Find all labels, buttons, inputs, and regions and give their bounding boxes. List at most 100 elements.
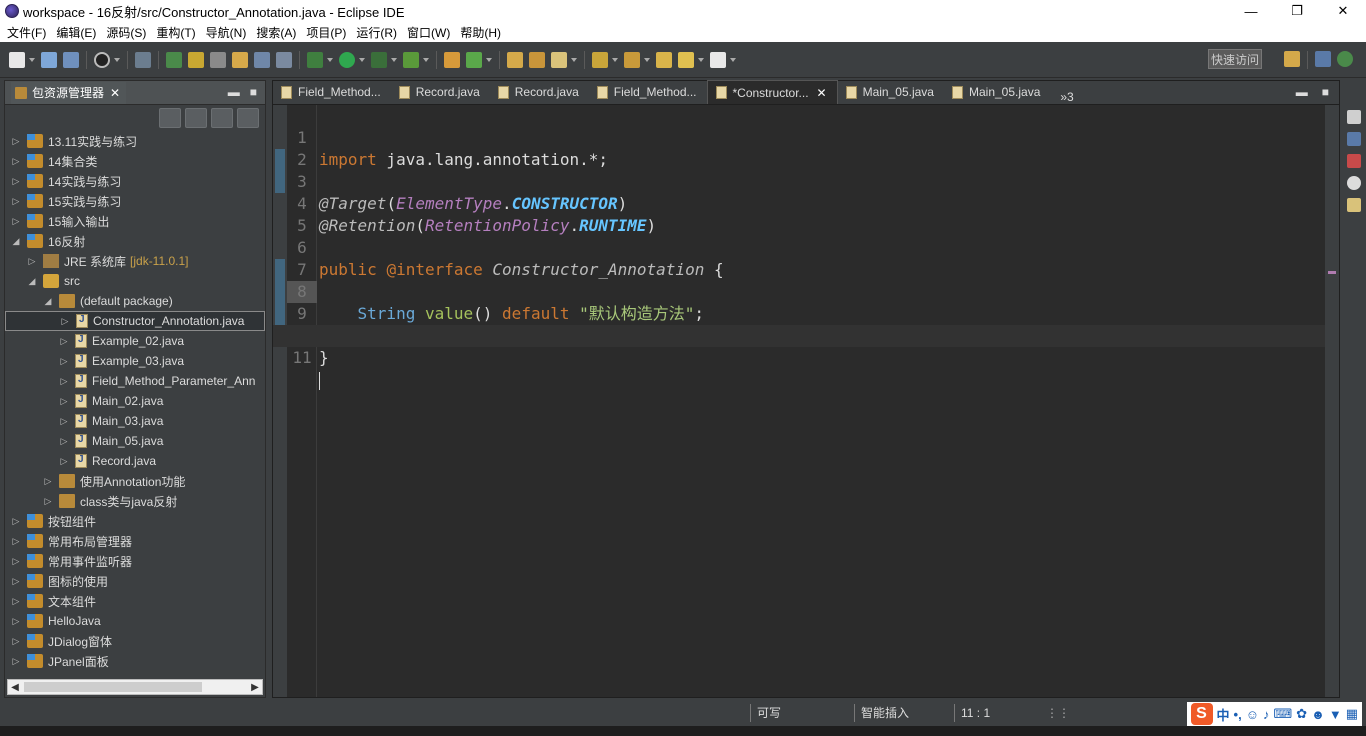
collapsed-arrow-icon[interactable]: ▷ (27, 256, 37, 266)
collapsed-arrow-icon[interactable]: ▷ (11, 136, 21, 146)
save-icon[interactable] (41, 51, 57, 68)
menu-source[interactable]: 源码(S) (103, 24, 153, 41)
overview-ruler[interactable] (1325, 105, 1339, 697)
menu-window[interactable]: 窗口(W) (404, 24, 457, 41)
menu-edit[interactable]: 编辑(E) (53, 24, 103, 41)
task-list-icon[interactable] (1347, 110, 1361, 124)
editor-tab[interactable]: Main_05.java (838, 80, 944, 104)
collapsed-arrow-icon[interactable]: ▷ (11, 216, 21, 226)
editor-tab[interactable]: Field_Method... (273, 80, 391, 104)
external-tools-icon[interactable] (403, 51, 419, 68)
declaration-icon[interactable] (1347, 198, 1361, 212)
editor-tab[interactable]: Main_05.java (944, 80, 1050, 104)
close-button[interactable]: ✕ (1320, 0, 1366, 22)
new-class-dropdown-icon[interactable] (486, 57, 492, 62)
coverage-dropdown-icon[interactable] (391, 57, 397, 62)
collapsed-arrow-icon[interactable]: ▷ (11, 156, 21, 166)
external-tools-dropdown-icon[interactable] (423, 57, 429, 62)
show-whitespace-icon[interactable] (276, 51, 292, 68)
save-all-icon[interactable] (63, 51, 79, 68)
menu-file[interactable]: 文件(F) (4, 24, 53, 41)
menu-run[interactable]: 运行(R) (353, 24, 404, 41)
menu-help[interactable]: 帮助(H) (457, 24, 508, 41)
run-icon[interactable] (339, 51, 355, 68)
collapsed-arrow-icon[interactable]: ▷ (59, 396, 69, 406)
collapsed-arrow-icon[interactable]: ▷ (59, 376, 69, 386)
tree-item[interactable]: ▷ class类与java反射 (5, 491, 265, 511)
microphone-icon[interactable]: ♪ (1263, 707, 1270, 722)
collapsed-arrow-icon[interactable]: ▷ (11, 516, 21, 526)
editor-tab[interactable]: Record.java (391, 80, 490, 104)
tree-item[interactable]: ▷ Main_02.java (5, 391, 265, 411)
tree-item[interactable]: ▷ JRE 系统库 [jdk-11.0.1] (5, 251, 265, 271)
quick-access-field[interactable]: 快速访问 (1208, 49, 1262, 69)
forward-icon[interactable] (710, 51, 726, 68)
tree-item[interactable]: ◢ src (5, 271, 265, 291)
new-java-project-icon[interactable] (444, 51, 460, 68)
debug-dropdown-icon[interactable] (327, 57, 333, 62)
tree-item[interactable]: ▷ Constructor_Annotation.java (5, 311, 265, 331)
outline-icon[interactable] (1347, 132, 1361, 146)
tree-item[interactable]: ▷ 图标的使用 (5, 571, 265, 591)
minimize-view-button[interactable]: ▬ (228, 85, 240, 99)
user-icon[interactable]: ☻ (1311, 707, 1325, 722)
tree-item[interactable]: ▷ 按钮组件 (5, 511, 265, 531)
skip-breakpoints-icon[interactable] (135, 51, 151, 68)
open-folder-icon[interactable] (507, 51, 523, 68)
tab-package-explorer[interactable]: 包资源管理器 ✕ (11, 81, 127, 104)
tree-item[interactable]: ▷ 使用Annotation功能 (5, 471, 265, 491)
collapsed-arrow-icon[interactable]: ▷ (43, 476, 53, 486)
word-wrap-icon[interactable] (254, 51, 270, 68)
collapsed-arrow-icon[interactable]: ▷ (11, 656, 21, 666)
tree-item[interactable]: ◢ (default package) (5, 291, 265, 311)
next-annotation-icon[interactable] (592, 51, 608, 68)
scroll-right-icon[interactable]: ▶ (248, 680, 262, 694)
collapsed-arrow-icon[interactable]: ▷ (11, 196, 21, 206)
open-perspective-icon[interactable] (1284, 51, 1300, 67)
collapsed-arrow-icon[interactable]: ▷ (43, 496, 53, 506)
minimize-view-button[interactable]: ▬ (1296, 85, 1308, 99)
debug-config-icon[interactable] (94, 51, 110, 68)
next-annotation-dropdown-icon[interactable] (612, 57, 618, 62)
collapsed-arrow-icon[interactable]: ▷ (59, 436, 69, 446)
tree-item[interactable]: ▷ Example_03.java (5, 351, 265, 371)
menu-navigate[interactable]: 导航(N) (203, 24, 254, 41)
forward-dropdown-icon[interactable] (730, 57, 736, 62)
debug-perspective-icon[interactable] (1337, 51, 1353, 67)
collapsed-arrow-icon[interactable]: ▷ (60, 316, 70, 326)
collapsed-arrow-icon[interactable]: ▷ (11, 616, 21, 626)
tree-item[interactable]: ▷ 常用事件监听器 (5, 551, 265, 571)
link-with-editor-button[interactable] (185, 108, 207, 128)
back-icon[interactable] (678, 51, 694, 68)
new-dropdown-icon[interactable] (29, 57, 35, 62)
javadoc-icon[interactable] (1347, 176, 1361, 190)
collapsed-arrow-icon[interactable]: ▷ (11, 596, 21, 606)
collapsed-arrow-icon[interactable]: ▷ (11, 536, 21, 546)
tree-item[interactable]: ▷ 文本组件 (5, 591, 265, 611)
editor-tab[interactable]: Record.java (490, 80, 589, 104)
scroll-left-icon[interactable]: ◀ (8, 680, 22, 694)
menu-project[interactable]: 项目(P) (303, 24, 353, 41)
tree-item[interactable]: ▷ Example_02.java (5, 331, 265, 351)
back-dropdown-icon[interactable] (698, 57, 704, 62)
maximize-view-button[interactable]: ■ (250, 85, 257, 99)
close-icon[interactable]: ✕ (817, 86, 827, 100)
tree-item[interactable]: ▷ 13.11实践与练习 (5, 131, 265, 151)
tree-item[interactable]: ▷ HelloJava (5, 611, 265, 631)
previous-annotation-icon[interactable] (624, 51, 640, 68)
skin-icon[interactable]: ✿ (1296, 706, 1307, 722)
ime-mode-toggle[interactable]: 中 (1217, 705, 1230, 724)
tree-item[interactable]: ▷ 15输入输出 (5, 211, 265, 231)
java-perspective-icon[interactable] (1315, 51, 1331, 67)
overview-ruler-marker[interactable] (1328, 271, 1336, 274)
tree-item[interactable]: ▷ Field_Method_Parameter_Ann (5, 371, 265, 391)
minimize-button[interactable]: — (1228, 0, 1274, 22)
previous-annotation-dropdown-icon[interactable] (644, 57, 650, 62)
punctuation-icon[interactable]: •, (1234, 707, 1242, 722)
collapse-all-button[interactable] (159, 108, 181, 128)
toggle-breadcrumb-icon[interactable] (210, 51, 226, 68)
tree-item[interactable]: ▷ 14集合类 (5, 151, 265, 171)
coverage-icon[interactable] (371, 51, 387, 68)
menu-refactor[interactable]: 重构(T) (153, 24, 202, 41)
tree-item[interactable]: ▷ 14实践与练习 (5, 171, 265, 191)
